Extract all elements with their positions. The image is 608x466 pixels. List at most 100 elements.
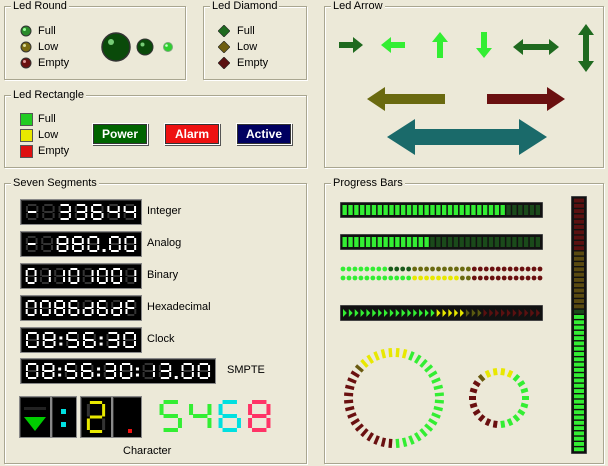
progress-block [512, 237, 517, 247]
segment [64, 372, 67, 377]
ring-segment [484, 418, 492, 427]
progress-block [477, 237, 482, 247]
segment [103, 372, 106, 377]
progress-block [465, 205, 470, 215]
progress-dot [436, 275, 441, 281]
ring-segment [492, 368, 498, 376]
progress-dot [507, 275, 513, 281]
progress-block [465, 237, 470, 247]
power-button[interactable]: Power [92, 123, 148, 145]
ring-segment [413, 354, 422, 364]
progress-block [529, 205, 535, 215]
segment [68, 346, 77, 348]
segment [39, 302, 42, 308]
segment [134, 245, 137, 250]
segment [89, 401, 103, 404]
progress-dot [370, 266, 376, 272]
progress-block [574, 362, 584, 367]
segment [68, 213, 71, 218]
segment [120, 302, 123, 308]
segment [111, 270, 114, 276]
progress-block [574, 299, 584, 304]
segment [89, 250, 98, 252]
segment [81, 365, 84, 371]
segment [144, 363, 153, 365]
progress-block [574, 383, 584, 388]
progress-block [574, 246, 584, 251]
segment [101, 206, 104, 212]
active-button[interactable]: Active [236, 123, 292, 145]
segment [36, 341, 39, 346]
segment [27, 307, 35, 309]
segment [34, 277, 37, 282]
progress-dot [394, 266, 400, 272]
progress-dot [489, 275, 495, 281]
ring-segment [419, 358, 428, 368]
ring-segment [350, 417, 360, 426]
progress-block [512, 205, 517, 215]
progress-dot [406, 266, 412, 272]
segment [134, 277, 137, 282]
hexadecimal-label: Hexadecimal [147, 301, 211, 313]
ring-segment [401, 437, 408, 448]
segment [68, 270, 71, 276]
segment [111, 236, 119, 238]
progress-block [574, 436, 584, 441]
segment [66, 363, 76, 365]
segment [83, 334, 86, 340]
analog-display [20, 231, 142, 257]
progress-block [494, 205, 500, 215]
segment [48, 302, 51, 308]
round-led-low [20, 41, 32, 53]
segment [58, 213, 61, 218]
seven-segment-digits [25, 236, 137, 252]
segment [134, 302, 137, 308]
segment [76, 341, 79, 346]
segment [125, 309, 128, 314]
segment [109, 211, 118, 213]
segment [199, 370, 209, 372]
segment [105, 377, 115, 379]
analog-label: Analog [147, 237, 182, 249]
segment [191, 372, 194, 377]
segment [89, 430, 103, 433]
progress-dot [471, 275, 477, 281]
round-led-full-label: Full [38, 25, 56, 37]
progress-dot [519, 266, 525, 272]
segment [91, 372, 94, 377]
progress-dot [442, 266, 447, 272]
ring-segment [469, 402, 478, 409]
progress-block [459, 205, 464, 215]
segment [207, 404, 212, 415]
segment [84, 300, 92, 302]
ring-segment [424, 364, 434, 373]
segment [58, 236, 67, 238]
progress-block [418, 237, 423, 247]
progress-block [365, 205, 371, 215]
led-rectangle-title: Led Rectangle [11, 89, 86, 102]
progress-block [574, 320, 584, 325]
alarm-button[interactable]: Alarm [164, 123, 220, 145]
ring-segment [366, 354, 375, 364]
segment [27, 268, 35, 270]
segment [41, 245, 44, 250]
ring-segment [380, 348, 387, 359]
segment [50, 245, 53, 250]
ring-segment [477, 414, 486, 422]
segment [97, 238, 100, 244]
ring-segment [477, 374, 486, 382]
integer-label: Integer [147, 205, 182, 217]
segment [44, 218, 53, 220]
segment [158, 372, 161, 377]
ring-segment [401, 348, 408, 359]
segment [42, 213, 45, 218]
progress-block [447, 205, 453, 215]
segment [113, 275, 121, 277]
segment [109, 245, 112, 250]
segment [126, 243, 135, 245]
progress-block [574, 315, 584, 319]
progress-bar-triangles [340, 305, 543, 321]
segment [77, 309, 80, 314]
ring-segment [469, 387, 478, 394]
segment [42, 341, 45, 346]
